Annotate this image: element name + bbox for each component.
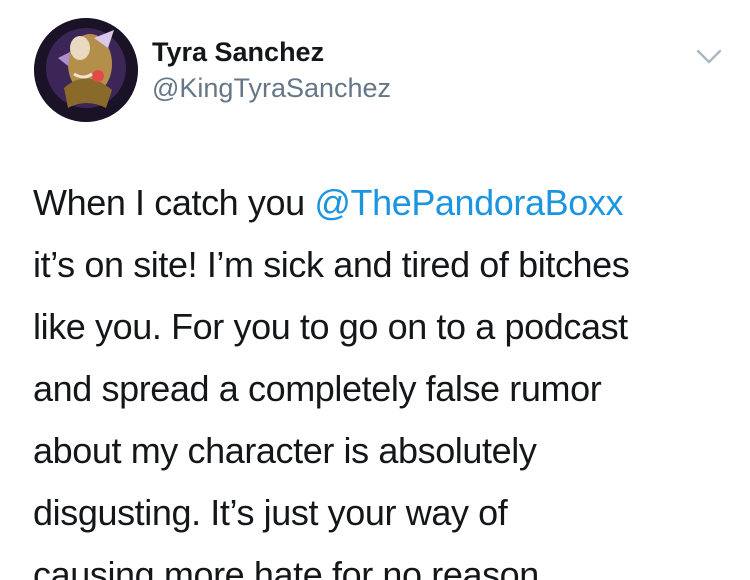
tweet-line: about my character is absolutely — [33, 430, 537, 471]
tweet-card: Tyra Sanchez @KingTyraSanchez When I cat… — [0, 0, 750, 580]
tweet-menu-button[interactable] — [694, 44, 724, 68]
tweet-line: disgusting. It’s just your way of — [33, 492, 508, 533]
chevron-down-icon — [696, 49, 722, 64]
tweet-line: causing more hate for no reason — [33, 554, 539, 580]
avatar-image — [34, 18, 138, 122]
tweet-line: like you. For you to go on to a podcast — [33, 306, 628, 347]
author-block: Tyra Sanchez @KingTyraSanchez — [152, 36, 391, 104]
display-name[interactable]: Tyra Sanchez — [152, 36, 391, 68]
tweet-line: When I catch you @ThePandoraBoxx — [33, 172, 733, 234]
tweet-line: it’s on site! I’m sick and tired of bitc… — [33, 244, 630, 285]
avatar[interactable] — [34, 18, 138, 122]
tweet-line-text: When I catch you — [33, 182, 315, 223]
mention-link[interactable]: @ThePandoraBoxx — [314, 182, 623, 223]
tweet-line: and spread a completely false rumor — [33, 368, 602, 409]
user-handle[interactable]: @KingTyraSanchez — [152, 72, 391, 104]
tweet-text: When I catch you @ThePandoraBoxx it’s on… — [33, 172, 733, 580]
